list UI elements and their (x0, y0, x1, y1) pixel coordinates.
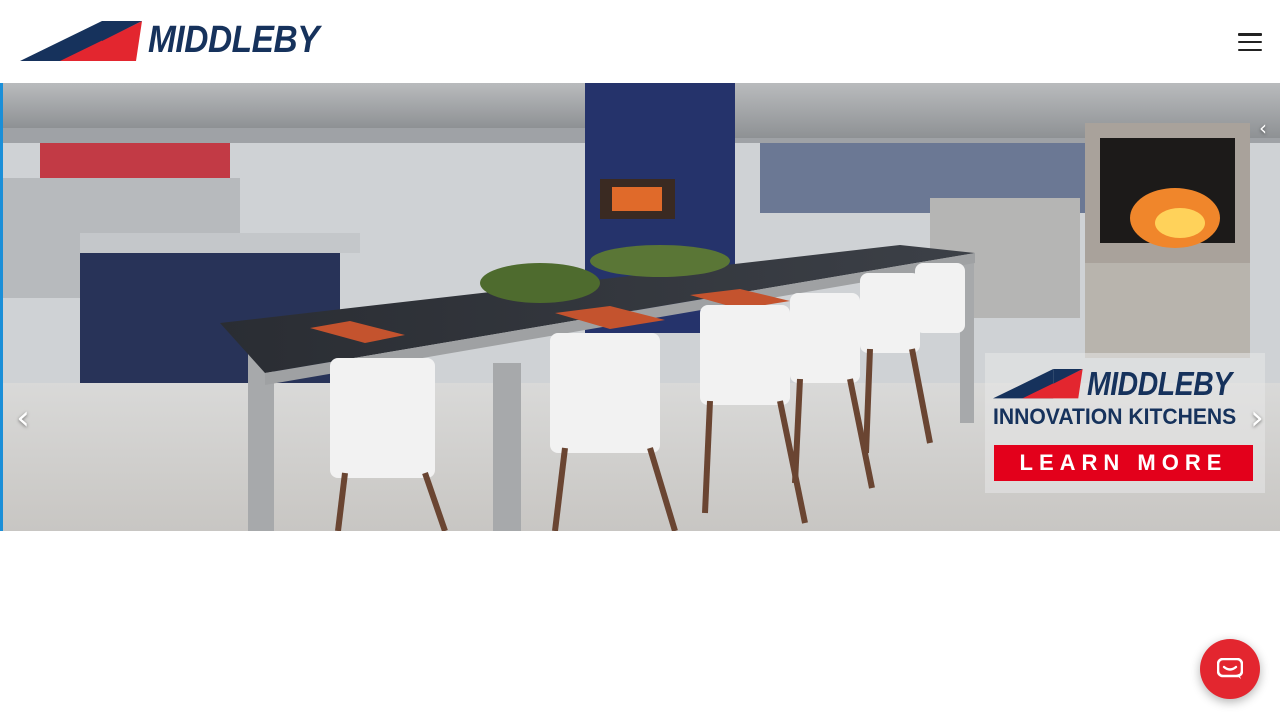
banner-brand: MIDDLEBY (1086, 364, 1232, 402)
chevron-left-icon[interactable]: ‹ (10, 401, 36, 435)
learn-more-button[interactable]: LEARN MORE (994, 445, 1253, 481)
logo-wordmark: MIDDLEBY (148, 19, 320, 61)
chevron-right-icon[interactable]: › (1244, 401, 1270, 435)
innovation-kitchens-banner: MIDDLEBY INNOVATION KITCHENS LEARN MORE (993, 363, 1255, 483)
banner-subtitle: INNOVATION KITCHENS (993, 404, 1237, 429)
banner-logo-mark-icon (993, 369, 1083, 399)
chevron-left-small-icon: ‹ (1259, 116, 1267, 140)
chat-button[interactable] (1200, 639, 1260, 699)
chat-bubble-icon (1217, 658, 1243, 679)
hero-left-edge (0, 83, 3, 531)
hamburger-menu-icon[interactable] (1236, 30, 1264, 54)
site-header: MIDDLEBY (0, 0, 1280, 83)
logo-mark-icon (20, 21, 142, 61)
middleby-logo[interactable]: MIDDLEBY (20, 18, 342, 62)
hero-carousel: MIDDLEBY INNOVATION KITCHENS LEARN MORE … (0, 83, 1280, 531)
